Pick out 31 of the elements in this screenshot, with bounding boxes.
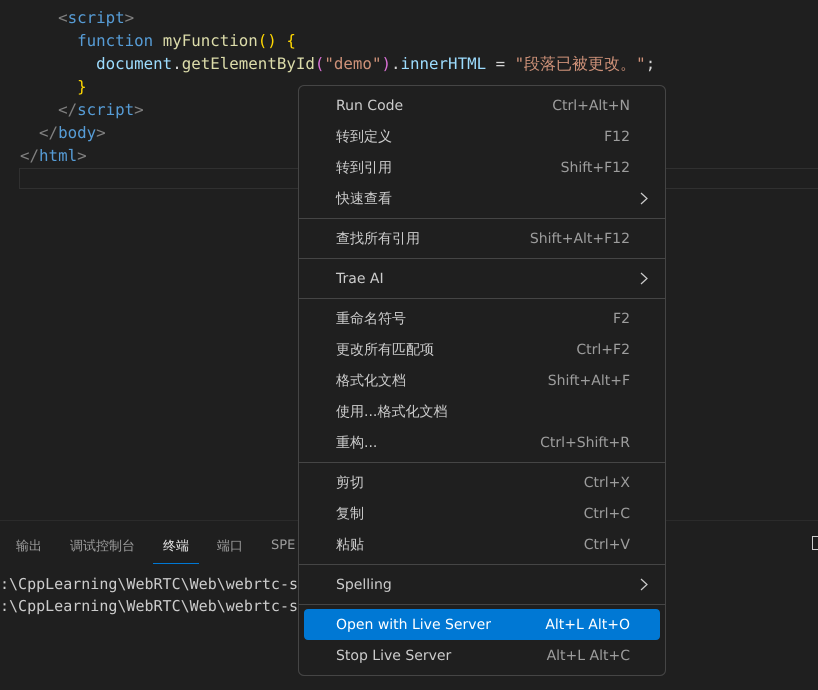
panel-tab[interactable]: 终端 (153, 524, 199, 564)
code-line: } (76, 76, 87, 98)
menu-item[interactable]: 更改所有匹配项 Ctrl+F2 (304, 334, 660, 365)
panel-tab[interactable]: 输出 (6, 524, 52, 564)
menu-item[interactable]: 格式化文档 Shift+Alt+F (304, 365, 660, 396)
menu-item[interactable]: Open with Live Server Alt+L Alt+O (304, 609, 660, 640)
menu-item[interactable]: 粘贴 Ctrl+V (304, 529, 660, 560)
menu-item[interactable]: 转到引用 Shift+F12 (304, 152, 660, 183)
code-line: </html> (19, 145, 87, 167)
menu-item[interactable]: 剪切 Ctrl+X (304, 467, 660, 498)
code-line: document.getElementById("demo").innerHTML = "段落已被更改。"; (95, 53, 656, 75)
menu-item[interactable]: Stop Live Server Alt+L Alt+C (304, 640, 660, 671)
code-line: <script> (57, 7, 134, 29)
menu-item[interactable]: Trae AI (304, 263, 660, 294)
menu-item[interactable]: 重命名符号 F2 (304, 303, 660, 334)
menu-item[interactable]: Run Code Ctrl+Alt+N (304, 90, 660, 121)
menu-item[interactable]: 复制 Ctrl+C (304, 498, 660, 529)
panel-tab[interactable]: 调试控制台 (60, 524, 145, 564)
menu-item[interactable]: 快速查看 (304, 183, 660, 214)
code-line: </body> (38, 122, 106, 144)
menu-item[interactable]: Spelling (304, 569, 660, 600)
menu-item[interactable]: 重构... Ctrl+Shift+R (304, 427, 660, 458)
panel-tab[interactable]: SPE (261, 526, 306, 562)
menu-item[interactable]: 转到定义 F12 (304, 121, 660, 152)
menu-item[interactable]: 使用...格式化文档 (304, 396, 660, 427)
code-line: function myFunction() { (76, 30, 296, 52)
terminal-line: :\CppLearning\WebRTC\Web\webrtc-s (0, 596, 298, 617)
panel-tab[interactable]: 端口 (207, 524, 253, 564)
code-line: </script> (57, 99, 144, 121)
menu-item[interactable]: 查找所有引用 Shift+Alt+F12 (304, 223, 660, 254)
terminal-line: :\CppLearning\WebRTC\Web\webrtc-s (0, 574, 298, 595)
